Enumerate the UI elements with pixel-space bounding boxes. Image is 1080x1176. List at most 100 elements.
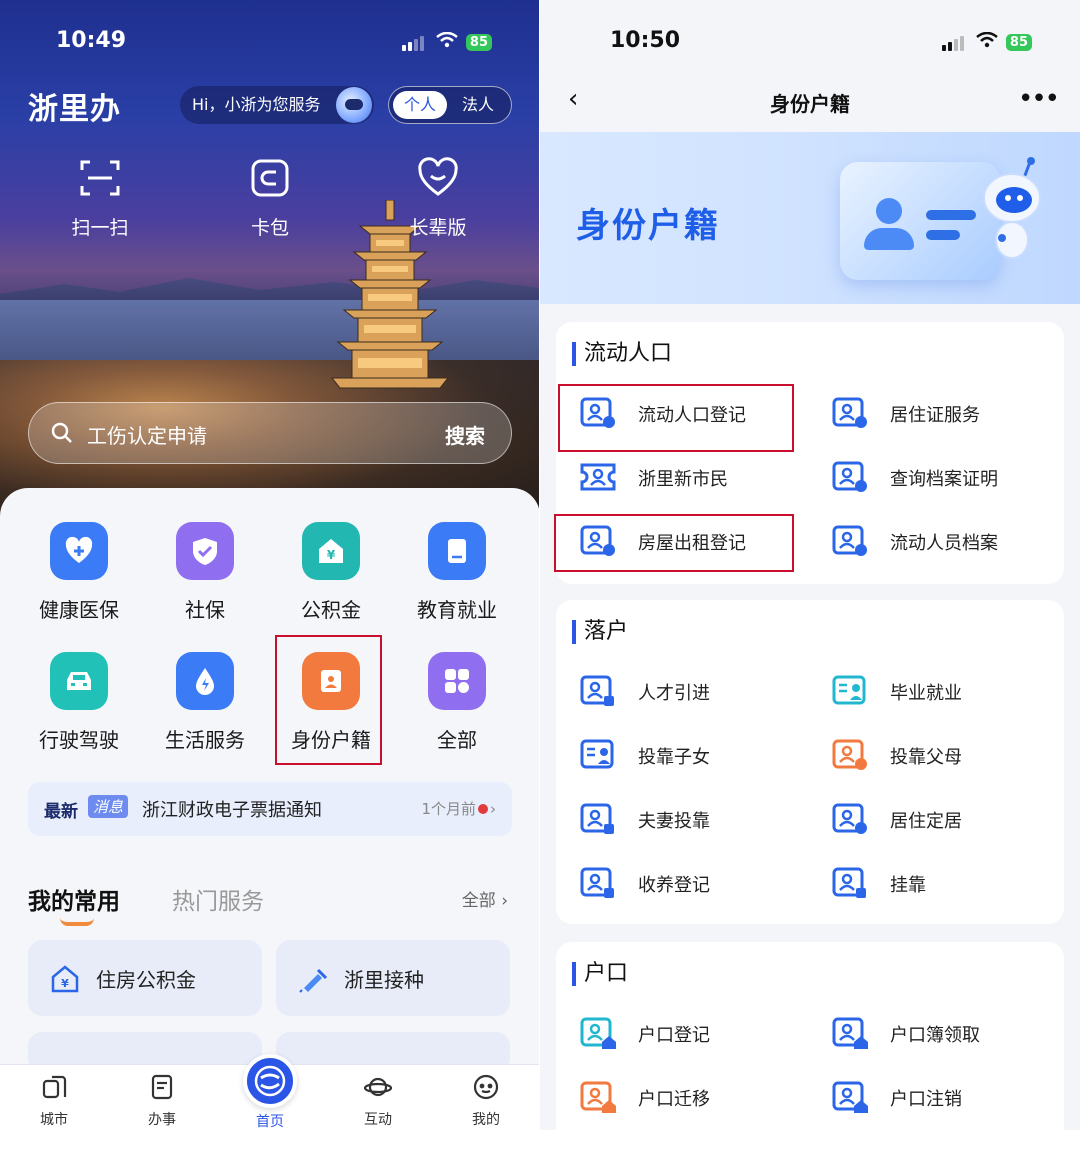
app-logo: 浙里办 — [28, 92, 121, 127]
item-join-children[interactable]: 投靠子女 — [560, 726, 800, 786]
tab-mine-label: 我的 — [472, 1112, 500, 1128]
person-card-stamp-icon — [580, 803, 614, 834]
health-insurance-icon — [50, 522, 108, 580]
person-card-home-icon — [832, 1017, 868, 1049]
quick-elder-mode-label: 长辈版 — [409, 217, 467, 239]
service-housing-fund-label: 公积金 — [301, 598, 361, 622]
person-card-swap-icon — [832, 739, 867, 770]
chevron-right-icon: › — [490, 800, 496, 818]
robot-mascot-icon — [983, 157, 1041, 259]
item-floating-archive[interactable]: 流动人员档案 — [812, 512, 1052, 572]
item-household-book[interactable]: 户口簿领取 — [812, 1004, 1052, 1064]
item-household-registration[interactable]: 户口登记 — [560, 1004, 800, 1064]
service-health[interactable]: 健康医保 — [16, 522, 142, 623]
person-card-home-icon — [580, 1081, 616, 1113]
quick-scan[interactable]: 扫一扫 — [50, 156, 150, 240]
service-housing-fund[interactable]: ¥ 公积金 — [268, 522, 394, 623]
item-label: 居住定居 — [890, 811, 962, 832]
item-residence-permit[interactable]: 居住证服务 — [812, 384, 1052, 444]
role-legal-person[interactable]: 法人 — [451, 91, 505, 119]
item-household-transfer[interactable]: 户口迁移 — [560, 1068, 800, 1128]
item-household-cancel[interactable]: 户口注销 — [812, 1068, 1052, 1128]
item-label: 挂靠 — [890, 875, 926, 896]
favorite-vaccination-label: 浙里接种 — [344, 968, 424, 992]
service-education[interactable]: 教育就业 — [394, 522, 520, 623]
role-personal[interactable]: 个人 — [393, 91, 447, 119]
social-security-icon — [176, 522, 234, 580]
service-life[interactable]: 生活服务 — [142, 652, 268, 753]
tab-hot-services[interactable]: 热门服务 — [172, 882, 264, 916]
signal-icon — [941, 35, 968, 51]
search-button[interactable]: 搜索 — [445, 420, 485, 449]
item-spouse[interactable]: 夫妻投靠 — [560, 790, 800, 850]
wifi-icon — [436, 31, 458, 53]
item-join-parents[interactable]: 投靠父母 — [812, 726, 1052, 786]
news-tag-message: 消息 — [88, 795, 129, 818]
service-all[interactable]: 全部 — [394, 652, 520, 753]
service-driving-label: 行驶驾驶 — [39, 728, 119, 752]
service-social-security[interactable]: 社保 — [142, 522, 268, 623]
news-time: 1个月前 › — [421, 800, 496, 818]
tab-interact[interactable]: 互动 — [338, 1073, 418, 1129]
smiley-icon — [473, 1074, 499, 1100]
person-card-stamp-icon — [580, 867, 614, 898]
news-bar[interactable]: 最新 消息 浙江财政电子票据通知 1个月前 › — [28, 782, 512, 836]
search-input[interactable]: 工伤认定申请 — [87, 420, 207, 449]
services-sheet: 健康医保 社保 ¥ 公积金 教育就业 行驶驾驶 生活服务 身份户籍 全部 最新 … — [0, 488, 540, 1130]
section-title: 户口 — [572, 962, 628, 986]
tab-my-favorites[interactable]: 我的常用 — [28, 882, 120, 916]
role-toggle[interactable]: 个人 法人 — [388, 86, 512, 124]
robot-assistant-icon[interactable] — [336, 87, 372, 123]
house-fund-icon: ¥ — [51, 965, 79, 993]
item-label: 人才引进 — [638, 683, 710, 704]
water-drop-icon — [176, 652, 234, 710]
highlight-box — [558, 384, 794, 452]
tab-interact-label: 互动 — [364, 1112, 392, 1128]
signal-icon — [401, 35, 428, 51]
page-title: 身份户籍 — [770, 92, 850, 116]
document-icon — [151, 1074, 173, 1100]
person-card-swap-icon — [832, 525, 867, 556]
list-card-person-icon — [832, 675, 866, 705]
favorite-housing-fund[interactable]: ¥ 住房公积金 — [28, 940, 262, 1016]
tab-mine[interactable]: 我的 — [446, 1073, 526, 1129]
service-social-security-label: 社保 — [185, 598, 225, 622]
section-tabs: 我的常用 热门服务 全部 › — [28, 882, 512, 926]
highlight-box — [554, 514, 794, 572]
item-label: 收养登记 — [638, 875, 710, 896]
news-tag-latest: 最新 — [44, 802, 78, 822]
favorite-vaccination[interactable]: 浙里接种 — [276, 940, 510, 1016]
item-affiliation[interactable]: 挂靠 — [812, 854, 1052, 914]
item-label: 浙里新市民 — [638, 469, 728, 490]
quick-card-wallet[interactable]: 卡包 — [220, 156, 320, 240]
tab-affairs[interactable]: 办事 — [122, 1073, 202, 1129]
item-new-citizen[interactable]: 浙里新市民 — [560, 448, 800, 508]
planet-icon — [363, 1077, 393, 1097]
search-bar[interactable]: 工伤认定申请 搜索 — [28, 402, 512, 464]
banner: 身份户籍 — [540, 132, 1080, 304]
item-archive-query[interactable]: 查询档案证明 — [812, 448, 1052, 508]
unread-dot — [478, 804, 488, 814]
item-talent[interactable]: 人才引进 — [560, 662, 800, 722]
item-label: 流动人员档案 — [890, 533, 998, 554]
service-health-label: 健康医保 — [39, 598, 119, 622]
item-label: 户口簿领取 — [890, 1025, 980, 1046]
item-graduate[interactable]: 毕业就业 — [812, 662, 1052, 722]
person-card-swap-icon — [832, 461, 867, 492]
home-button[interactable] — [243, 1054, 297, 1108]
view-all-link[interactable]: 全部 › — [462, 886, 508, 911]
assistant-greeting[interactable]: Hi，小浙为您服务 — [180, 86, 374, 124]
item-adoption[interactable]: 收养登记 — [560, 854, 800, 914]
item-label: 夫妻投靠 — [638, 811, 710, 832]
tab-city[interactable]: 城市 — [14, 1073, 94, 1129]
tab-home-label[interactable]: 首页 — [230, 1111, 310, 1130]
status-bar: 10:50 85 — [540, 28, 1080, 60]
quick-elder-mode[interactable]: 长辈版 — [388, 156, 488, 240]
svg-text:¥: ¥ — [327, 548, 336, 562]
service-driving[interactable]: 行驶驾驶 — [16, 652, 142, 753]
greeting-text: Hi，小浙为您服务 — [192, 95, 321, 114]
home-logo-icon — [254, 1065, 286, 1097]
quick-scan-label: 扫一扫 — [71, 217, 129, 239]
item-residence-settle[interactable]: 居住定居 — [812, 790, 1052, 850]
more-options-icon[interactable]: ••• — [1018, 84, 1060, 114]
